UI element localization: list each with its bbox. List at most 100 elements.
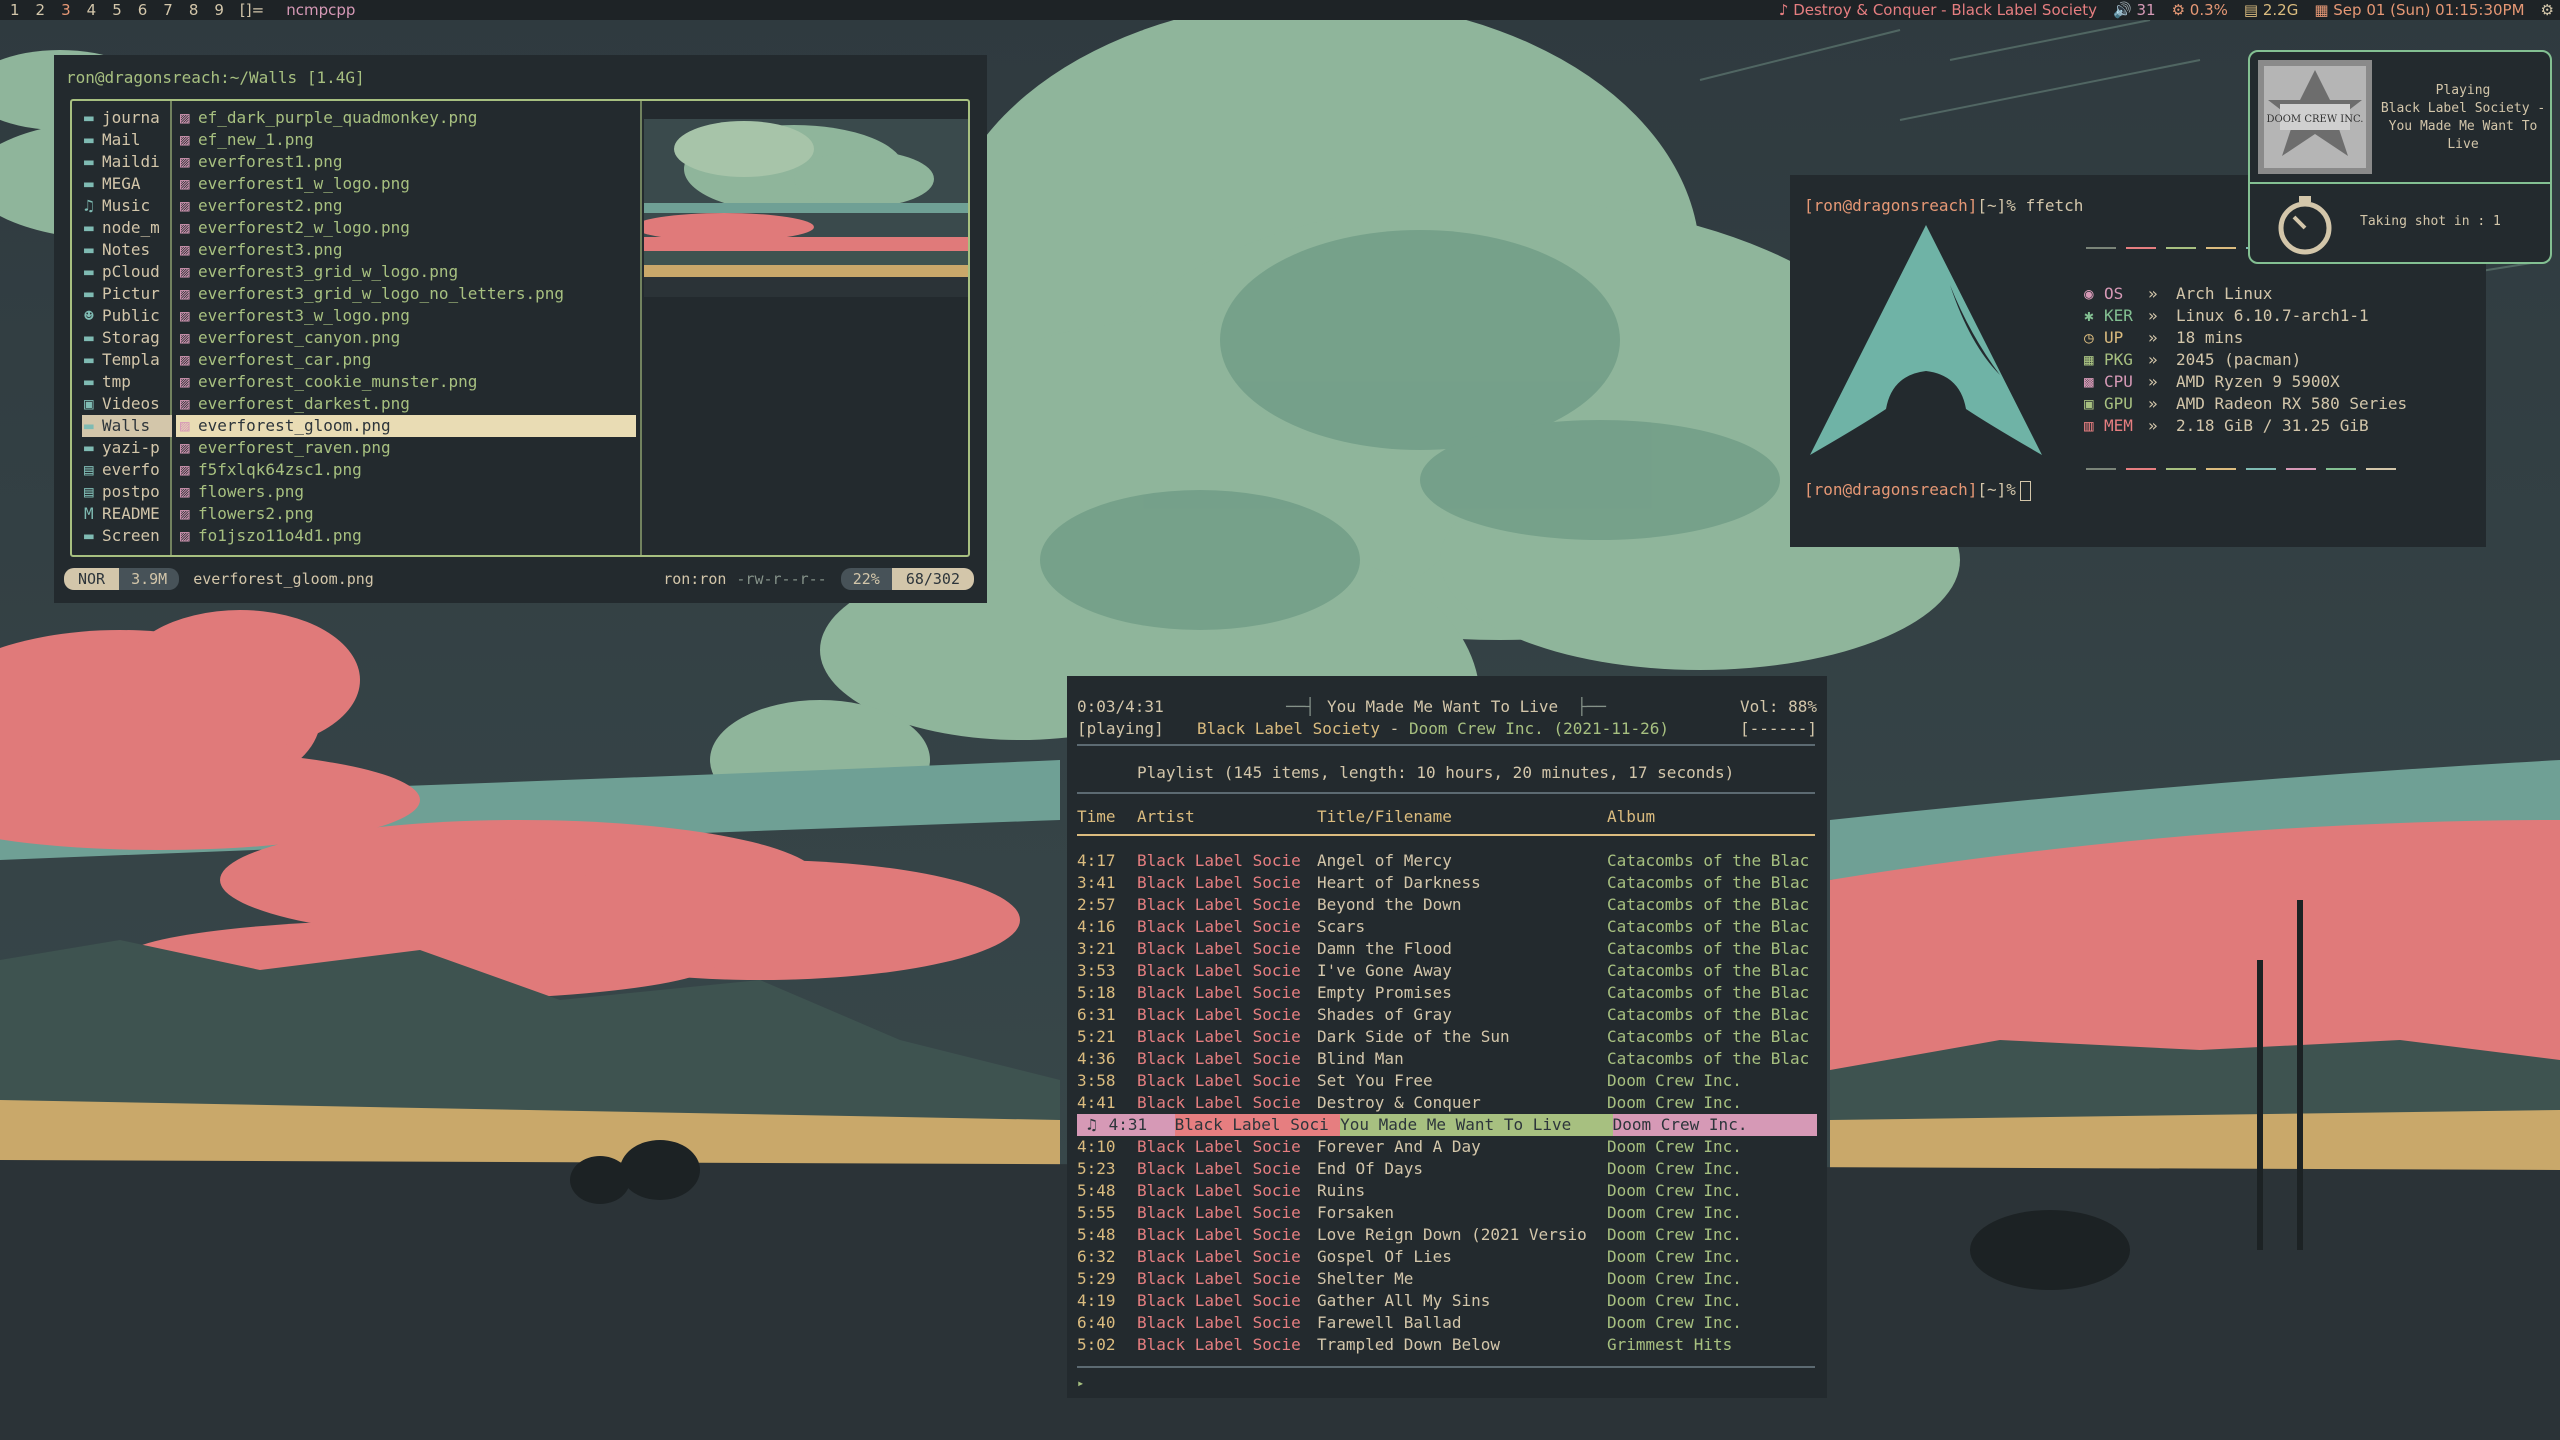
playlist-row[interactable]: 3:41 Black Label Socie Heart of Darkness Ca… (1077, 872, 1817, 894)
file-list-item[interactable]: ▨ everforest_raven.png (176, 437, 636, 459)
now-playing-widget[interactable]: ♪ Destroy & Conquer - Black Label Societ… (1779, 0, 2097, 20)
file-list-item[interactable]: ▨ everforest3_w_logo.png (176, 305, 636, 327)
parent-dir-item[interactable]: ▬ pCloud (82, 261, 172, 283)
workspace-8[interactable]: 8 (181, 0, 207, 20)
file-list-item[interactable]: ▨ fo1jszo11o4d1.png (176, 525, 636, 547)
track-title: Destroy & Conquer (1317, 1093, 1481, 1112)
workspace-6[interactable]: 6 (130, 0, 156, 20)
column-title[interactable]: Title/Filename (1317, 806, 1452, 828)
shell-prompt[interactable]: [ron@dragonsreach][~]% (1804, 479, 2031, 501)
file-list-item[interactable]: ▨ flowers.png (176, 481, 636, 503)
parent-dir-item[interactable]: ♫ Music (82, 195, 172, 217)
playlist-row[interactable]: 5:29 Black Label Socie Shelter Me Doom Crew… (1077, 1268, 1817, 1290)
parent-dir-item[interactable]: ▬ Notes (82, 239, 172, 261)
parent-dir-item[interactable]: ☻ Public (82, 305, 172, 327)
parent-dir-item[interactable]: ▬ MEGA (82, 173, 172, 195)
info-key: UP (2104, 328, 2124, 347)
workspace-3[interactable]: 3 (53, 0, 79, 20)
ncmpcpp-window[interactable]: 0:03/4:31 ──┤ You Made Me Want To Live ├… (1067, 676, 1827, 1398)
playlist-row[interactable]: 2:57 Black Label Socie Beyond the Down Cata… (1077, 894, 1817, 916)
clock-widget[interactable]: ▦ Sep 01 (Sun) 01:15:30PM (2314, 0, 2524, 20)
playlist-row[interactable]: 6:31 Black Label Socie Shades of Gray Catac… (1077, 1004, 1817, 1026)
column-artist[interactable]: Artist (1137, 806, 1195, 828)
tray-icon[interactable]: ⚙ (2541, 0, 2554, 20)
file-list-item[interactable]: ▨ f5fxlqk64zsc1.png (176, 459, 636, 481)
folder-icon: ▬ (84, 372, 94, 391)
file-list-item[interactable]: ▨ everforest_darkest.png (176, 393, 636, 415)
file-list-item[interactable]: ▨ ef_dark_purple_quadmonkey.png (176, 107, 636, 129)
parent-dir-item[interactable]: ▬ Screen (82, 525, 172, 547)
playlist-row[interactable]: 6:40 Black Label Socie Farewell Ballad Doom… (1077, 1312, 1817, 1334)
yazi-window[interactable]: ron@dragonsreach:~/Walls [1.4G] ▬ journa ▬… (54, 55, 987, 603)
column-time[interactable]: Time (1077, 806, 1116, 828)
playlist-row[interactable]: 5:18 Black Label Socie Empty Promises Catac… (1077, 982, 1817, 1004)
playlist-row[interactable]: 4:36 Black Label Socie Blind Man Catacombs … (1077, 1048, 1817, 1070)
track-album: Doom Crew Inc. (1607, 1071, 1742, 1090)
playlist-row[interactable]: 5:48 Black Label Socie Ruins Doom Crew Inc. (1077, 1180, 1817, 1202)
gear-icon: ✱ (2084, 306, 2094, 325)
file-list-item[interactable]: ▨ everforest2_w_logo.png (176, 217, 636, 239)
file-list-item[interactable]: ▨ everforest2.png (176, 195, 636, 217)
file-list-item[interactable]: ▨ flowers2.png (176, 503, 636, 525)
workspace-4[interactable]: 4 (79, 0, 105, 20)
playlist-row[interactable]: 4:41 Black Label Socie Destroy & Conquer Do… (1077, 1092, 1817, 1114)
file-list-item[interactable]: ▨ everforest_gloom.png (176, 415, 636, 437)
parent-dir-item[interactable]: ▤ everfo (82, 459, 172, 481)
file-list-item[interactable]: ▨ everforest1.png (176, 151, 636, 173)
image-file-icon: ▨ (180, 350, 190, 369)
workspace-5[interactable]: 5 (104, 0, 130, 20)
file-list-item[interactable]: ▨ everforest_car.png (176, 349, 636, 371)
parent-dir-item[interactable]: ▬ Storag (82, 327, 172, 349)
track-title: Gospel Of Lies (1317, 1247, 1452, 1266)
playlist-row[interactable]: 4:19 Black Label Socie Gather All My Sins D… (1077, 1290, 1817, 1312)
file-list-item[interactable]: ▨ everforest3.png (176, 239, 636, 261)
parent-dir-item[interactable]: ▬ Walls (82, 415, 172, 437)
track-time: 5:02 (1077, 1335, 1116, 1354)
playlist[interactable]: 4:17 Black Label Socie Angel of Mercy Catac… (1077, 850, 1817, 1356)
playlist-row[interactable]: 5:23 Black Label Socie End Of Days Doom Cre… (1077, 1158, 1817, 1180)
workspace-9[interactable]: 9 (206, 0, 232, 20)
playlist-row[interactable]: 5:55 Black Label Socie Forsaken Doom Crew I… (1077, 1202, 1817, 1224)
playlist-row[interactable]: 3:21 Black Label Socie Damn the Flood Catac… (1077, 938, 1817, 960)
file-owner: ron:ron (663, 570, 727, 588)
parent-dir-item[interactable]: ▣ Videos (82, 393, 172, 415)
parent-dir-item[interactable]: ▤ postpo (82, 481, 172, 503)
playlist-row[interactable]: 6:32 Black Label Socie Gospel Of Lies Doom … (1077, 1246, 1817, 1268)
parent-dir-item[interactable]: ▬ journa (82, 107, 172, 129)
file-list-item[interactable]: ▨ everforest_cookie_munster.png (176, 371, 636, 393)
file-list-item[interactable]: ▨ ef_new_1.png (176, 129, 636, 151)
parent-dir-item[interactable]: ▬ node_m (82, 217, 172, 239)
parent-dir-item[interactable]: ▬ yazi-p (82, 437, 172, 459)
file-list-item[interactable]: ▨ everforest_canyon.png (176, 327, 636, 349)
track-artist: Black Label Socie (1137, 1203, 1301, 1222)
parent-dir-item[interactable]: ▬ Templa (82, 349, 172, 371)
file-list-item[interactable]: ▨ everforest3_grid_w_logo_no_letters.png (176, 283, 636, 305)
workspace-2[interactable]: 2 (28, 0, 54, 20)
track-time: 5:23 (1077, 1159, 1116, 1178)
file-list-item[interactable]: ▨ everforest3_grid_w_logo.png (176, 261, 636, 283)
yazi-file-list[interactable]: ▨ ef_dark_purple_quadmonkey.png ▨ ef_new_1.… (176, 107, 636, 547)
parent-dir-item[interactable]: M README (82, 503, 172, 525)
notification-popup[interactable]: DOOM CREW INC. Playing Black Label Socie… (2248, 50, 2552, 264)
parent-dir-item[interactable]: ▬ Mail (82, 129, 172, 151)
playlist-row[interactable]: 3:58 Black Label Socie Set You Free Doom Cr… (1077, 1070, 1817, 1092)
playlist-row[interactable]: 5:48 Black Label Socie Love Reign Down (20… (1077, 1224, 1817, 1246)
track-artist: Black Label Socie (1137, 895, 1301, 914)
playlist-row[interactable]: 4:16 Black Label Socie Scars Catacombs of t… (1077, 916, 1817, 938)
volume-widget[interactable]: 🔊 31 (2113, 0, 2156, 20)
parent-dir-item[interactable]: ▬ Maildi (82, 151, 172, 173)
layout-indicator[interactable]: []= (232, 0, 272, 20)
parent-dir-item[interactable]: ▬ Pictur (82, 283, 172, 305)
workspace-7[interactable]: 7 (155, 0, 181, 20)
playlist-row[interactable]: 4:17 Black Label Socie Angel of Mercy Catac… (1077, 850, 1817, 872)
parent-dir-item[interactable]: ▬ tmp (82, 371, 172, 393)
playlist-row[interactable]: 5:02 Black Label Socie Trampled Down Below… (1077, 1334, 1817, 1356)
playlist-row[interactable]: 3:53 Black Label Socie I've Gone Away Catac… (1077, 960, 1817, 982)
playlist-row[interactable]: 4:10 Black Label Socie Forever And A Day Do… (1077, 1136, 1817, 1158)
playlist-row-playing[interactable]: ♫ 4:31 Black Label Soci You Made Me Want To… (1077, 1114, 1817, 1136)
file-list-item[interactable]: ▨ everforest1_w_logo.png (176, 173, 636, 195)
workspace-1[interactable]: 1 (2, 0, 28, 20)
playlist-row[interactable]: 5:21 Black Label Socie Dark Side of the Su… (1077, 1026, 1817, 1048)
parent-dir-name: Music (102, 196, 151, 215)
column-album[interactable]: Album (1607, 806, 1655, 828)
